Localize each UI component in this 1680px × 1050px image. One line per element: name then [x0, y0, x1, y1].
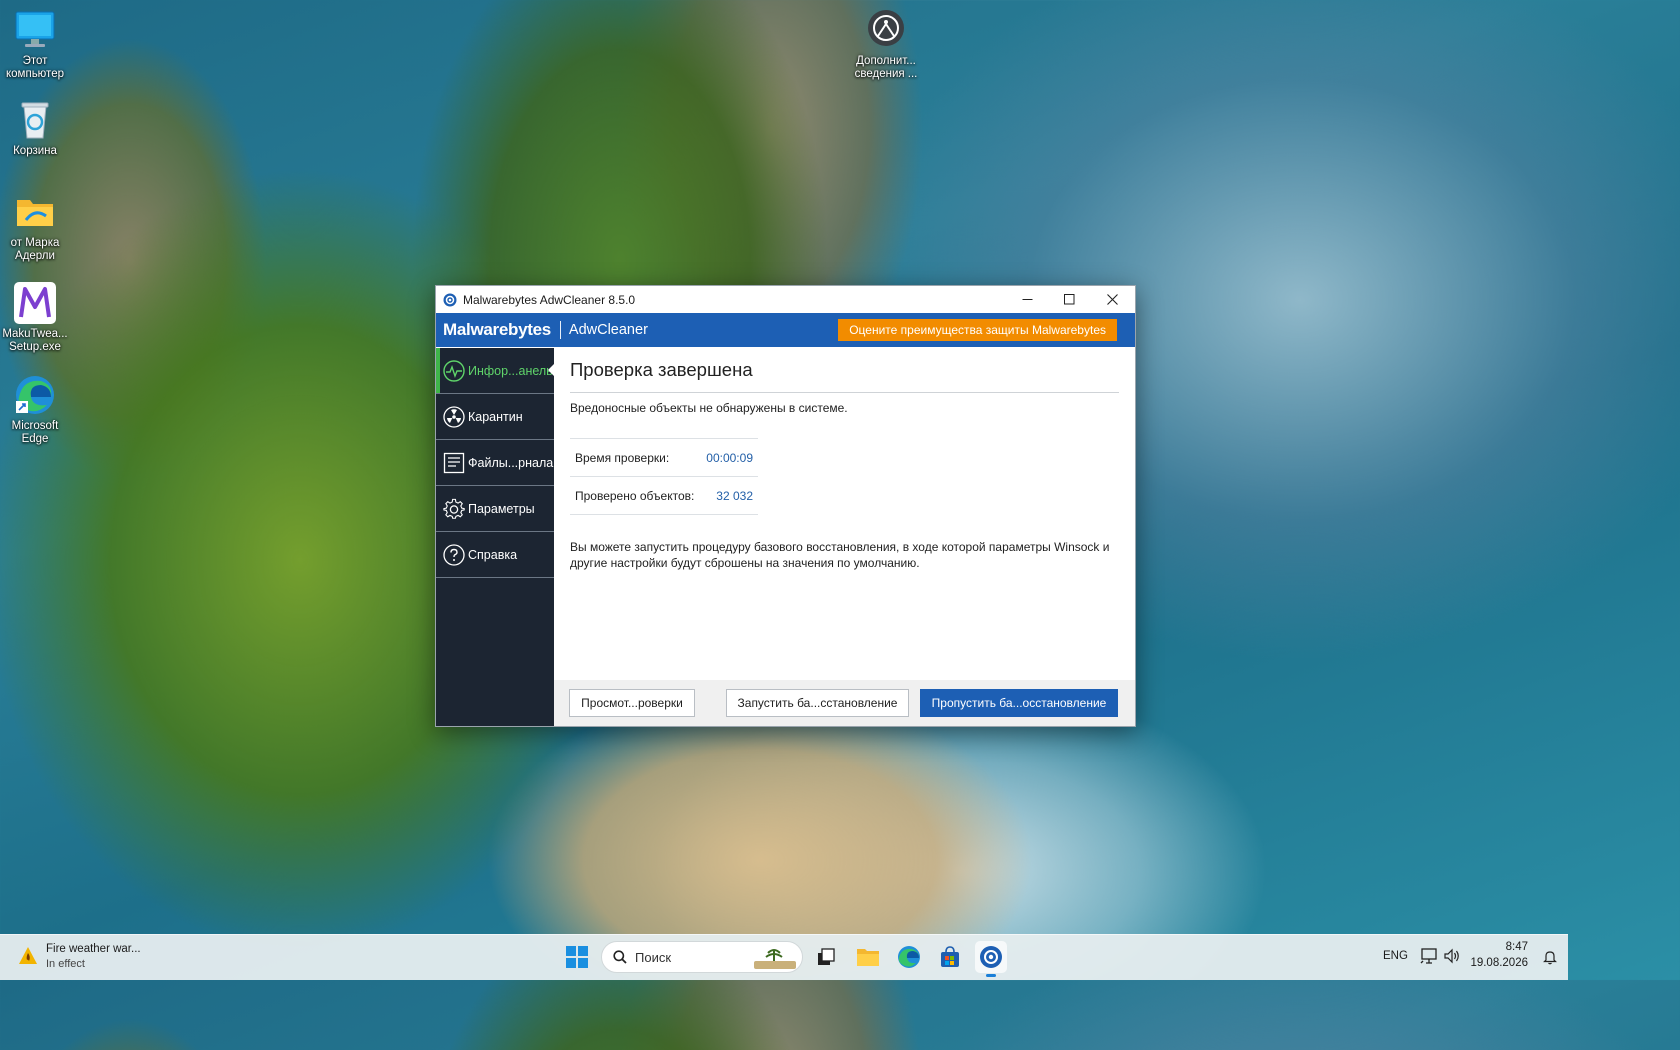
taskbar-adwcleaner[interactable]: [975, 941, 1007, 977]
gear-icon: [443, 498, 465, 520]
sidebar-item-label: Инфор...анель: [468, 363, 553, 378]
desktop-icon-label: Этот компьютер: [6, 55, 64, 80]
clock-time[interactable]: 8:47: [1506, 941, 1528, 953]
stat-row-objects-scanned: Проверено объектов: 32 032: [570, 477, 758, 515]
start-button[interactable]: [561, 941, 593, 973]
title-divider: [570, 392, 1119, 393]
active-indicator: [986, 974, 996, 977]
adwcleaner-app-icon: [980, 946, 1002, 968]
clock-date[interactable]: 19.08.2026: [1470, 957, 1528, 969]
quarantine-radiation-icon: [443, 405, 465, 428]
sidebar-item-help[interactable]: Справка: [436, 532, 554, 578]
desktop-icon-recycle-bin[interactable]: Корзина: [0, 98, 71, 158]
edge-browser-icon: [898, 946, 920, 968]
search-highlight-image-icon: [754, 945, 796, 972]
fire-warning-icon: [18, 946, 38, 969]
desktop-icon-edge[interactable]: Microsoft Edge: [0, 373, 71, 446]
desktop-icon-label: от Марка Адерли: [10, 237, 60, 262]
scan-summary: Вредоносные объекты не обнаружены в сист…: [570, 401, 848, 415]
main-panel: Проверка завершена Вредоносные объекты н…: [554, 348, 1135, 726]
desktop-icon-makutweaker[interactable]: MakuTwea... Setup.exe: [0, 281, 71, 354]
windows-logo-icon: [566, 946, 588, 968]
skip-basic-restore-button[interactable]: Пропустить ба...осстановление: [920, 689, 1118, 717]
dashboard-pulse-icon: [443, 359, 465, 382]
adwcleaner-app-icon: [443, 293, 457, 307]
close-button[interactable]: [1091, 286, 1133, 313]
minimize-icon: [1022, 299, 1032, 300]
sidebar-item-dashboard[interactable]: Инфор...анель: [436, 348, 555, 394]
close-icon: [1106, 294, 1118, 305]
title-bar[interactable]: Malwarebytes AdwCleaner 8.5.0: [436, 286, 1135, 313]
desktop-icon-this-pc[interactable]: Этот компьютер: [0, 8, 71, 81]
taskbar-file-explorer[interactable]: [852, 941, 884, 973]
minimize-button[interactable]: [1006, 286, 1048, 313]
brand-header: Malwarebytes AdwCleaner Оцените преимуще…: [436, 313, 1135, 347]
stat-row-scan-time: Время проверки: 00:00:09: [570, 439, 758, 477]
stat-value: 32 032: [716, 488, 753, 503]
desktop-icon-label: Дополнит... сведения ...: [854, 55, 918, 80]
run-basic-restore-button[interactable]: Запустить ба...сстановление: [726, 689, 909, 717]
stat-value: 00:00:09: [706, 450, 753, 465]
sidebar-item-label: Файлы...рнала: [468, 455, 554, 470]
language-indicator[interactable]: ENG: [1383, 950, 1408, 962]
makutweaker-app-icon: [13, 281, 57, 325]
folder-icon: [857, 949, 879, 966]
sidebar-item-label: Параметры: [468, 501, 535, 516]
sidebar-item-log-files[interactable]: Файлы...рнала: [436, 440, 554, 486]
sidebar-item-settings[interactable]: Параметры: [436, 486, 554, 532]
page-title: Проверка завершена: [570, 359, 753, 380]
weather-title: Fire weather war...: [46, 943, 141, 955]
recycle-bin-icon: [13, 98, 57, 142]
taskbar-edge[interactable]: [893, 941, 925, 973]
window-title: Malwarebytes AdwCleaner 8.5.0: [463, 292, 636, 307]
stat-label: Проверено объектов:: [575, 488, 695, 503]
edge-browser-icon: [13, 373, 57, 417]
support-info-icon: [864, 8, 908, 52]
malwarebytes-logo: Malwarebytes: [443, 320, 551, 339]
sidebar-item-label: Карантин: [468, 409, 523, 424]
stat-label: Время проверки:: [575, 450, 670, 465]
desktop-icon-label: Microsoft Edge: [11, 420, 59, 445]
search-icon: [613, 950, 627, 964]
help-icon: [443, 543, 465, 566]
taskbar-store[interactable]: [934, 941, 966, 973]
scan-stats: Время проверки: 00:00:09 Проверено объек…: [570, 438, 758, 515]
desktop-icon-extra-info[interactable]: Дополнит... сведения ...: [850, 8, 922, 81]
restore-info-text: Вы можете запустить процедуру базового в…: [570, 540, 1110, 570]
taskbar: Fire weather war... In effect Поиск ENG …: [0, 934, 1568, 980]
maximize-icon: [1063, 294, 1074, 305]
log-files-icon: [443, 452, 465, 474]
task-view-icon: [818, 948, 835, 965]
brand-divider: [559, 321, 561, 339]
sidebar-item-quarantine[interactable]: Карантин: [436, 394, 554, 440]
sidebar: Инфор...анель Карантин Файлы...рнала Пар…: [436, 348, 555, 726]
folder-icon: [13, 190, 57, 234]
desktop-icon-label: Корзина: [13, 145, 57, 157]
weather-widget[interactable]: Fire weather war... In effect: [14, 941, 154, 973]
store-bag-icon: [941, 946, 959, 967]
desktop-icon-folder[interactable]: от Марка Адерли: [0, 190, 71, 263]
monitor-icon: [13, 8, 57, 52]
task-view-button[interactable]: [810, 941, 842, 973]
sidebar-item-label: Справка: [468, 547, 518, 562]
search-placeholder: Поиск: [635, 949, 672, 965]
adwcleaner-window: Malwarebytes AdwCleaner 8.5.0 Malwarebyt…: [435, 285, 1136, 727]
volume-icon[interactable]: [1443, 948, 1461, 967]
notification-bell-icon[interactable]: [1542, 949, 1558, 968]
network-icon[interactable]: [1420, 948, 1438, 967]
view-report-button[interactable]: Просмот...роверки: [569, 689, 695, 717]
action-footer: Просмот...роверки Запустить ба...сстанов…: [554, 680, 1135, 726]
promo-button[interactable]: Оцените преимущества защиты Malwarebytes: [838, 319, 1117, 341]
desktop-icon-label: MakuTwea... Setup.exe: [2, 328, 68, 353]
taskbar-search[interactable]: Поиск: [601, 941, 803, 973]
weather-subtitle: In effect: [46, 958, 85, 970]
maximize-button[interactable]: [1048, 286, 1090, 313]
product-name: AdwCleaner: [568, 322, 648, 338]
